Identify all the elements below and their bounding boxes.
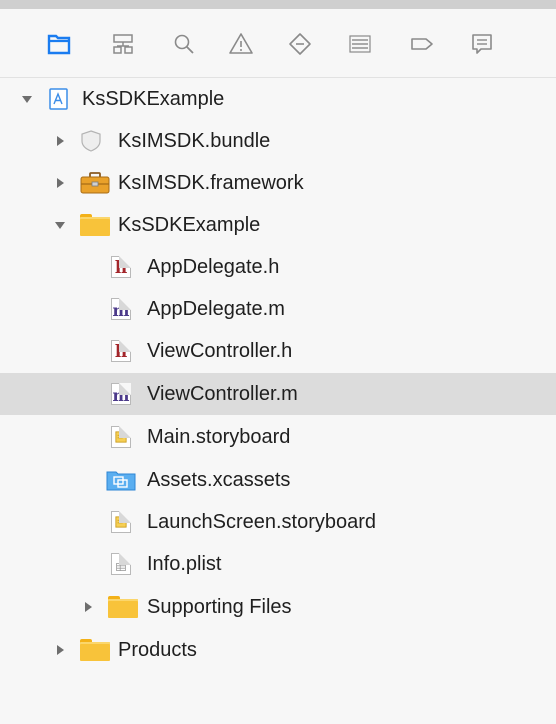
tree-row-label: KsSDKExample	[82, 88, 225, 110]
objc-source-file-icon: m	[110, 298, 132, 320]
test-navigator-icon	[289, 33, 311, 55]
xcode-project-icon	[48, 88, 70, 110]
folder-icon	[80, 639, 110, 661]
tree-row-label: ViewController.h	[147, 340, 293, 362]
breakpoint-navigator-button[interactable]	[405, 27, 439, 61]
report-navigator-icon	[472, 34, 492, 54]
tree-row-label: Main.storyboard	[147, 426, 291, 448]
project-navigator-button[interactable]	[42, 27, 76, 61]
tree-row-label: KsIMSDK.bundle	[118, 130, 271, 152]
symbol-navigator-button[interactable]	[106, 27, 140, 61]
folder-icon	[108, 596, 138, 618]
find-navigator-button[interactable]	[167, 27, 201, 61]
storyboard-file-icon	[110, 426, 132, 448]
debug-navigator-icon	[349, 35, 371, 53]
bundle-icon	[80, 130, 102, 152]
tree-row-file[interactable]: LaunchScreen.storyboard	[0, 501, 556, 543]
tree-row-label: KsIMSDK.framework	[118, 172, 304, 194]
objc-source-file-icon: m	[110, 383, 132, 405]
folder-icon	[80, 214, 110, 236]
tree-row-label: AppDelegate.m	[147, 298, 285, 320]
test-navigator-button[interactable]	[283, 27, 317, 61]
header-file-icon: h	[110, 256, 132, 278]
breakpoint-navigator-icon	[411, 38, 433, 50]
tree-row-file[interactable]: h ViewController.h	[0, 330, 556, 372]
tree-row-file[interactable]: Main.storyboard	[0, 416, 556, 458]
storyboard-file-icon	[110, 511, 132, 533]
framework-toolbox-icon	[80, 172, 110, 194]
disclosure-collapsed-icon[interactable]	[80, 599, 96, 615]
tree-row-label: Supporting Files	[147, 596, 292, 618]
tree-row-file[interactable]: m AppDelegate.m	[0, 288, 556, 330]
disclosure-collapsed-icon[interactable]	[52, 642, 68, 658]
tree-row-label: Products	[118, 639, 197, 661]
header-file-icon: h	[110, 340, 132, 362]
plist-file-icon	[110, 553, 132, 575]
tree-row-label: KsSDKExample	[118, 214, 261, 236]
tree-row-group-kssdkexample[interactable]: KsSDKExample	[0, 204, 556, 246]
issue-navigator-button[interactable]	[224, 27, 258, 61]
tree-row-file[interactable]: Assets.xcassets	[0, 459, 556, 501]
report-navigator-button[interactable]	[465, 27, 499, 61]
tree-row-file[interactable]: Info.plist	[0, 543, 556, 585]
tree-row-file-selected[interactable]: m ViewController.m	[0, 373, 556, 415]
issue-navigator-icon	[229, 33, 253, 54]
tree-row-label: Assets.xcassets	[147, 469, 291, 491]
disclosure-collapsed-icon[interactable]	[52, 175, 68, 191]
disclosure-expanded-icon[interactable]	[52, 217, 68, 233]
asset-catalog-icon	[106, 469, 136, 491]
navigator-toolbar	[0, 9, 556, 77]
symbol-navigator-icon	[113, 34, 133, 54]
project-navigator-icon	[47, 34, 71, 55]
window-top-edge	[0, 0, 556, 9]
find-navigator-icon	[174, 34, 194, 54]
disclosure-collapsed-icon[interactable]	[52, 133, 68, 149]
disclosure-expanded-icon[interactable]	[19, 91, 35, 107]
tree-row-label: Info.plist	[147, 553, 222, 575]
debug-navigator-button[interactable]	[343, 27, 377, 61]
tree-row-framework[interactable]: KsIMSDK.framework	[0, 162, 556, 204]
tree-row-group-supporting-files[interactable]: Supporting Files	[0, 586, 556, 628]
tree-row-group-products[interactable]: Products	[0, 629, 556, 671]
tree-row-label: ViewController.m	[147, 383, 298, 405]
tree-row-label: AppDelegate.h	[147, 256, 280, 278]
tree-row-project[interactable]: KsSDKExample	[0, 78, 556, 120]
tree-row-bundle[interactable]: KsIMSDK.bundle	[0, 120, 556, 162]
tree-row-label: LaunchScreen.storyboard	[147, 511, 377, 533]
tree-row-file[interactable]: h AppDelegate.h	[0, 246, 556, 288]
